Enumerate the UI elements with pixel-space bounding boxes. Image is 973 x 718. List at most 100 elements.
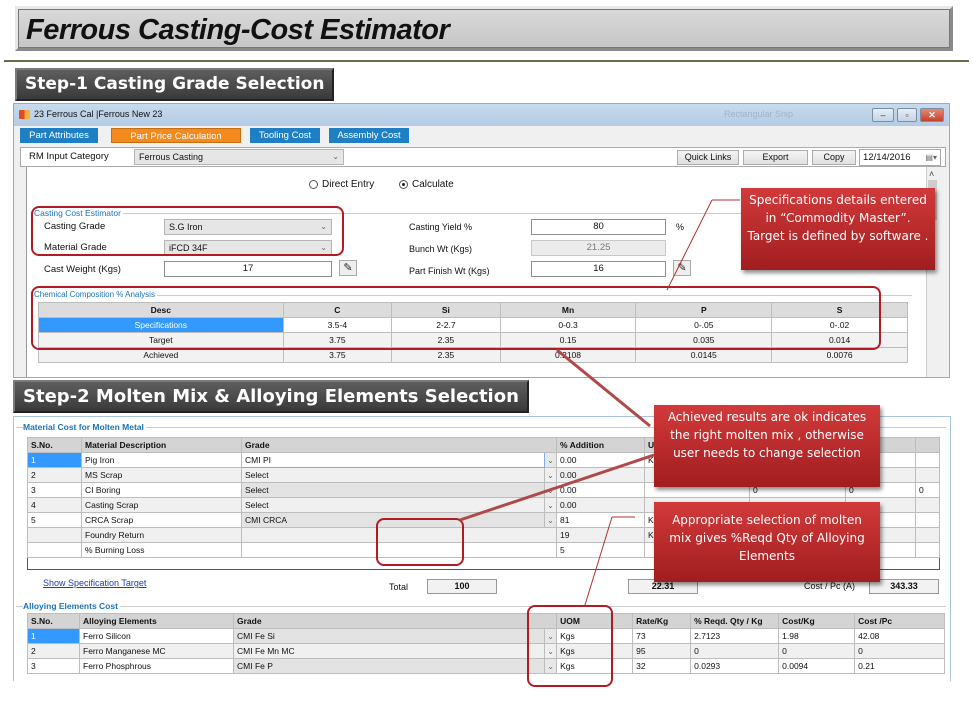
cost-pc-cell: 42.08 <box>854 628 945 644</box>
addition-cell[interactable]: 81 <box>555 512 645 528</box>
table-cell <box>914 512 941 528</box>
description-cell: Casting Scrap <box>81 497 242 513</box>
grade-select[interactable]: CMI Fe Si <box>232 628 546 644</box>
snip-label: Rectangular Snip <box>724 109 794 119</box>
description-cell: % Burning Loss <box>81 542 242 558</box>
column-header <box>914 437 941 453</box>
total-addition-value: 100 <box>427 579 497 594</box>
description-cell: CI Boring <box>81 482 242 498</box>
cast-weight-input[interactable]: 17 <box>164 261 332 277</box>
cost-per-piece-label: Cost / Pc (A) <box>804 581 856 591</box>
column-header: S.No. <box>27 437 82 453</box>
scroll-up-icon[interactable]: ˄ <box>929 169 934 179</box>
addition-cell[interactable]: 0.00 <box>555 497 645 513</box>
reqd-qty-highlight <box>527 605 613 687</box>
grade-select[interactable]: CMI PI <box>241 452 545 468</box>
tab-tooling-cost[interactable]: Tooling Cost <box>250 128 320 143</box>
column-header: Grade <box>232 613 558 629</box>
grade-select[interactable]: CMI Fe P <box>232 658 546 674</box>
column-header: Rate/Kg <box>632 613 692 629</box>
minimize-button[interactable]: – <box>872 108 894 122</box>
chevron-down-icon[interactable]: ⌄ <box>543 512 557 528</box>
casting-yield-input[interactable]: 80 <box>531 219 666 235</box>
bunch-wt-label: Bunch Wt (Kgs) <box>409 244 473 254</box>
group-divider <box>16 606 946 607</box>
addition-cell[interactable]: 19 <box>555 527 645 543</box>
description-cell: Pig Iron <box>81 452 242 468</box>
table-cell <box>914 452 941 468</box>
tab-assembly-cost[interactable]: Assembly Cost <box>329 128 409 143</box>
edit-icon[interactable]: ✎ <box>673 260 691 276</box>
export-button[interactable]: Export <box>743 150 808 165</box>
chevron-down-icon[interactable]: ⌄ <box>543 482 557 498</box>
element-cell: Ferro Phosphrous <box>79 658 234 674</box>
table-cell <box>914 542 941 558</box>
rm-input-category-select[interactable]: Ferrous Casting ⌄ <box>134 149 344 165</box>
edit-icon[interactable]: ✎ <box>339 260 357 276</box>
rate-cell: 73 <box>632 628 692 644</box>
addition-cell[interactable]: 0.00 <box>555 452 645 468</box>
cost-pc-cell: 0.21 <box>854 658 945 674</box>
cost-kg-cell: 0 <box>778 643 856 659</box>
calendar-icon: ▤▾ <box>925 153 937 162</box>
table-row[interactable]: 1 Ferro Silicon CMI Fe Si ⌄ Kgs 73 2.712… <box>27 628 945 644</box>
sno-cell[interactable]: 3 <box>27 482 82 498</box>
column-header: % Addition <box>555 437 645 453</box>
chevron-down-icon: ⌄ <box>332 152 339 161</box>
sno-cell[interactable]: 5 <box>27 512 82 528</box>
table-cell <box>914 467 941 483</box>
date-picker[interactable]: 12/14/2016 ▤▾ <box>859 149 941 166</box>
chevron-down-icon[interactable]: ⌄ <box>543 467 557 483</box>
element-cell: Ferro Manganese MC <box>79 643 234 659</box>
sno-cell <box>27 542 82 558</box>
addition-cell[interactable]: 5 <box>555 542 645 558</box>
addition-highlight <box>376 518 464 566</box>
sno-cell[interactable]: 1 <box>27 628 80 644</box>
step2-banner: Step-2 Molten Mix & Alloying Elements Se… <box>13 380 529 413</box>
table-row[interactable]: 3 Ferro Phosphrous CMI Fe P ⌄ Kgs 32 0.0… <box>27 658 945 674</box>
reqd-qty-cell: 0 <box>690 643 780 659</box>
maximize-button[interactable]: ▫ <box>897 108 917 122</box>
chevron-down-icon[interactable]: ⌄ <box>543 497 557 513</box>
grade-select[interactable]: Select <box>241 467 545 483</box>
rm-input-row: RM Input Category Ferrous Casting ⌄ Quic… <box>20 147 946 167</box>
grade-select[interactable]: Select <box>241 482 545 498</box>
chevron-down-icon[interactable]: ⌄ <box>543 452 557 468</box>
date-value: 12/14/2016 <box>863 152 911 163</box>
show-specification-target-link[interactable]: Show Specification Target <box>43 578 146 588</box>
rate-cell: 95 <box>632 643 692 659</box>
slide-title-banner: Ferrous Casting-Cost Estimator <box>15 6 953 51</box>
sno-cell[interactable]: 2 <box>27 467 82 483</box>
close-button[interactable]: ✕ <box>920 108 944 122</box>
tab-part-price-calculation[interactable]: Part Price Calculation <box>111 128 241 143</box>
app-icon <box>19 110 30 119</box>
table-cell: 0 <box>914 482 941 498</box>
sno-cell <box>27 527 82 543</box>
rate-cell: 32 <box>632 658 692 674</box>
column-header: S.No. <box>27 613 80 629</box>
window-title: 23 Ferrous Cal |Ferrous New 23 <box>34 109 163 119</box>
part-finish-wt-input[interactable]: 16 <box>531 261 666 277</box>
calculate-label: Calculate <box>412 179 454 190</box>
cost-kg-cell: 0.0094 <box>778 658 856 674</box>
column-header: Grade <box>241 437 557 453</box>
column-header: Cost/Kg <box>778 613 856 629</box>
sno-cell[interactable]: 2 <box>27 643 80 659</box>
addition-cell[interactable]: 0.00 <box>555 482 645 498</box>
sno-cell[interactable]: 4 <box>27 497 82 513</box>
table-header-row: S.No. Alloying Elements Grade UOM Rate/K… <box>27 613 945 629</box>
calculate-radio[interactable] <box>399 180 408 189</box>
copy-button[interactable]: Copy <box>812 150 856 165</box>
cost-pc-cell: 0 <box>854 643 945 659</box>
addition-cell[interactable]: 0.00 <box>555 467 645 483</box>
tab-part-attributes[interactable]: Part Attributes <box>20 128 98 143</box>
grade-select[interactable]: Select <box>241 497 545 513</box>
sno-cell[interactable]: 3 <box>27 658 80 674</box>
table-cell <box>914 527 941 543</box>
sno-cell[interactable]: 1 <box>27 452 82 468</box>
grade-select[interactable]: CMI Fe Mn MC <box>232 643 546 659</box>
table-row[interactable]: 2 Ferro Manganese MC CMI Fe Mn MC ⌄ Kgs … <box>27 643 945 659</box>
direct-entry-radio[interactable] <box>309 180 318 189</box>
callout-achieved: Achieved results are ok indicates the ri… <box>654 405 880 487</box>
quick-links-button[interactable]: Quick Links <box>677 150 739 165</box>
